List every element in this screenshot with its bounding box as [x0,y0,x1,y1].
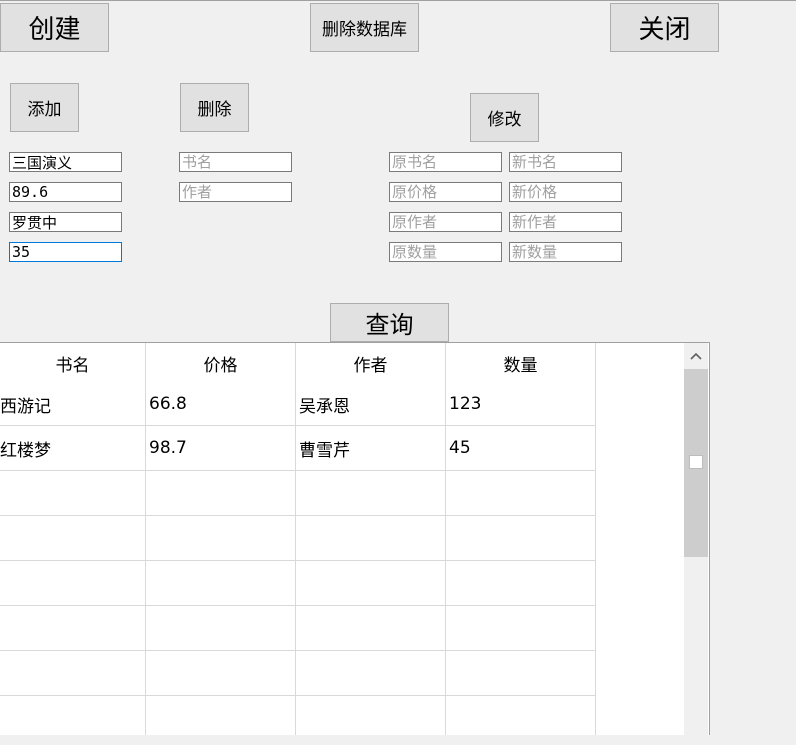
table-cell[interactable] [146,471,296,516]
table-cell[interactable]: 123 [446,383,596,426]
modify-old-price-input[interactable] [389,182,502,202]
table-cell[interactable] [0,696,146,735]
close-button[interactable]: 关闭 [610,3,719,52]
add-title-input[interactable] [9,152,122,172]
query-button[interactable]: 查询 [330,303,449,342]
table-cell[interactable] [0,606,146,651]
table-cell[interactable] [446,606,596,651]
modify-new-title-input[interactable] [509,152,622,172]
add-quantity-input[interactable] [9,242,122,262]
table-cell[interactable] [296,651,446,696]
table-cell[interactable] [0,471,146,516]
books-table[interactable]: 书名 价格 作者 数量 西游记 66.8 吴承恩 123 红楼梦 98.7 曹雪… [0,342,710,735]
table-cell[interactable] [146,561,296,606]
table-cell[interactable]: 曹雪芹 [296,426,446,471]
table-cell[interactable] [146,651,296,696]
modify-old-title-input[interactable] [389,152,502,172]
modify-new-author-input[interactable] [509,212,622,232]
add-button[interactable]: 添加 [10,83,79,132]
table-cell[interactable] [296,696,446,735]
table-cell[interactable]: 66.8 [146,383,296,426]
table-cell[interactable]: 45 [446,426,596,471]
table-cell[interactable] [296,471,446,516]
table-cell[interactable] [146,516,296,561]
window-top-border [0,0,796,1]
delete-title-input[interactable] [179,152,292,172]
table-cell[interactable] [296,561,446,606]
modify-new-quantity-input[interactable] [509,242,622,262]
table-cell[interactable] [0,651,146,696]
table-cell[interactable] [296,516,446,561]
column-header-quantity[interactable]: 数量 [446,343,596,383]
table-cell[interactable]: 红楼梦 [0,426,146,471]
table-cell[interactable] [0,516,146,561]
modify-old-quantity-input[interactable] [389,242,502,262]
vertical-scrollbar[interactable] [684,343,708,735]
modify-old-author-input[interactable] [389,212,502,232]
column-header-author[interactable]: 作者 [296,343,446,383]
window-bottom-strip [0,735,796,745]
table-cell[interactable] [446,561,596,606]
drop-database-button[interactable]: 删除数据库 [310,3,419,52]
table-cell[interactable] [0,561,146,606]
scrollbar-grip [689,455,703,469]
table-cell[interactable]: 吴承恩 [296,383,446,426]
chevron-up-icon[interactable] [684,343,708,369]
table-cell[interactable]: 西游记 [0,383,146,426]
table-cell[interactable] [296,606,446,651]
table-cell[interactable]: 98.7 [146,426,296,471]
scrollbar-thumb[interactable] [684,369,708,557]
table-cell[interactable] [446,471,596,516]
column-header-title[interactable]: 书名 [0,343,146,383]
modify-button[interactable]: 修改 [470,93,539,142]
delete-button[interactable]: 删除 [180,83,249,132]
table-cell[interactable] [146,696,296,735]
add-price-input[interactable] [9,182,122,202]
table-cell[interactable] [446,696,596,735]
add-author-input[interactable] [9,212,122,232]
table-cell[interactable] [146,606,296,651]
table-cell[interactable] [446,516,596,561]
table-cell[interactable] [446,651,596,696]
create-button[interactable]: 创建 [0,3,109,52]
column-header-price[interactable]: 价格 [146,343,296,383]
modify-new-price-input[interactable] [509,182,622,202]
delete-author-input[interactable] [179,182,292,202]
